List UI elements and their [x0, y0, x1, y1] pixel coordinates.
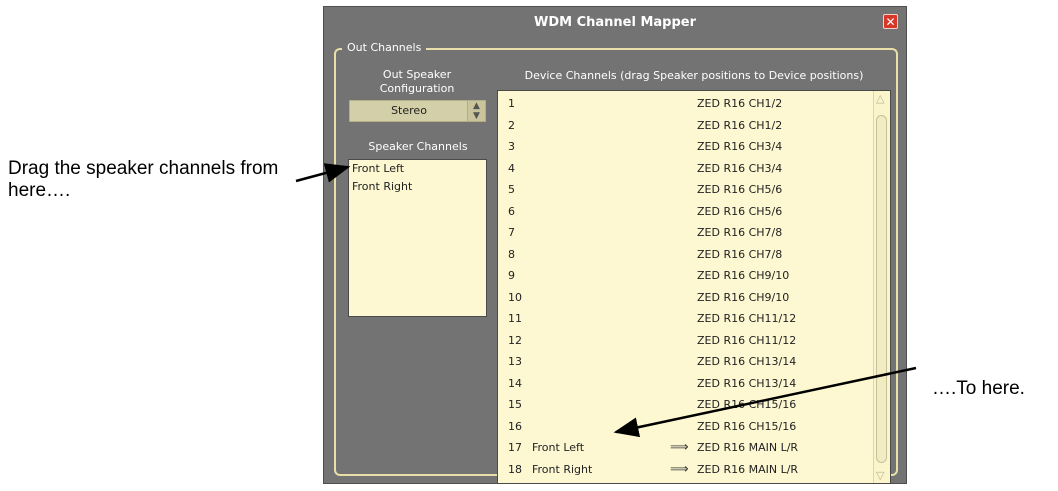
arrow-right — [613, 366, 917, 438]
annotation-arrows — [295, 163, 917, 438]
arrow-left — [295, 163, 351, 183]
